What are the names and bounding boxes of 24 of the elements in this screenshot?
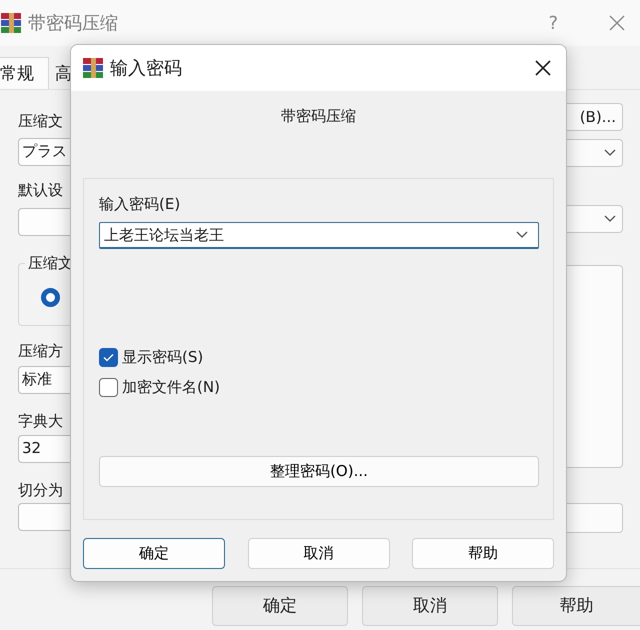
field-label: 输入密码(E) [99,195,182,215]
dialog-button[interactable]: 帮助 [412,538,554,569]
password-field[interactable]: 上老王论坛当老王 [99,222,539,249]
field-label: 字典大 [17,412,64,432]
dictionary-field[interactable]: 32 [18,435,70,463]
dialog-button[interactable]: 确定 [212,586,348,626]
tab[interactable]: 常规 [0,57,49,89]
dialog-button[interactable]: 帮助 [512,586,640,626]
checkbox-option[interactable]: 加密文件名(N) [99,374,539,400]
dialog-title: 输入密码 [110,57,183,80]
checkbox-option[interactable]: 显示密码(S) [99,344,539,370]
dialog-button[interactable]: 取消 [248,538,390,569]
field-label: 压缩方 [17,342,64,362]
dialog-heading: 带密码压缩 [281,107,356,126]
field-label: 默认设 [17,181,64,201]
method-field[interactable]: 标准 [18,366,70,394]
dialog-button[interactable]: 取消 [362,586,498,626]
field-label: 切分为 [17,481,64,501]
archive-name-field[interactable]: プラス [18,138,70,166]
dialog-button[interactable]: 确定 [83,538,225,569]
organize-button[interactable]: 整理密码(O)... [99,456,539,487]
window-title: 带密码压缩 [28,12,119,35]
browse-button[interactable]: (B)... [567,103,623,131]
field-label: 压缩文 [17,112,64,132]
